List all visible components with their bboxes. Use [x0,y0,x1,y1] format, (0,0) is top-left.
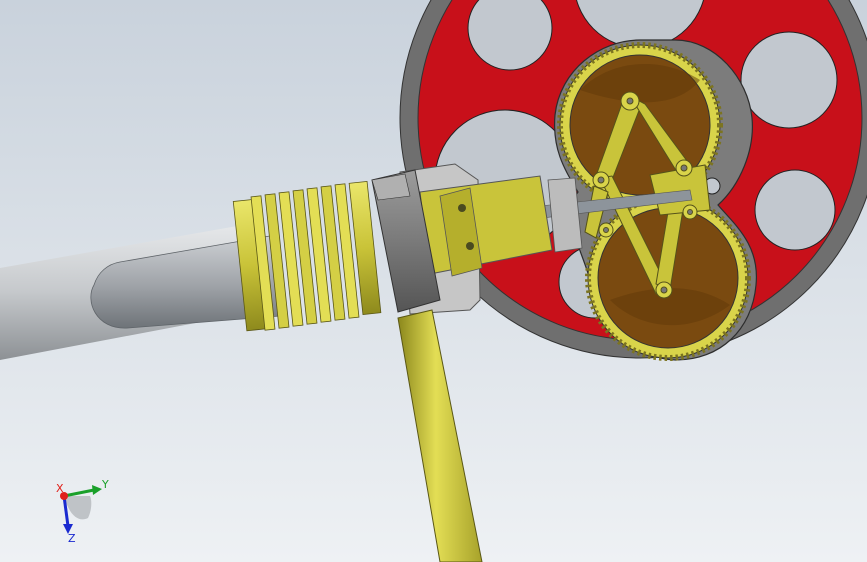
x-axis-label: X [56,482,64,495]
y-axis-arrow-icon [92,485,102,495]
flywheel-hole [740,31,838,129]
z-axis-label: Z [68,532,76,545]
cad-viewport[interactable]: X Y Z [0,0,867,562]
y-axis-label: Y [101,478,109,491]
flywheel-hole [754,169,836,251]
model-scene[interactable] [0,0,867,562]
orientation-triad[interactable]: X Y Z [48,478,118,548]
y-axis-line [63,488,95,498]
